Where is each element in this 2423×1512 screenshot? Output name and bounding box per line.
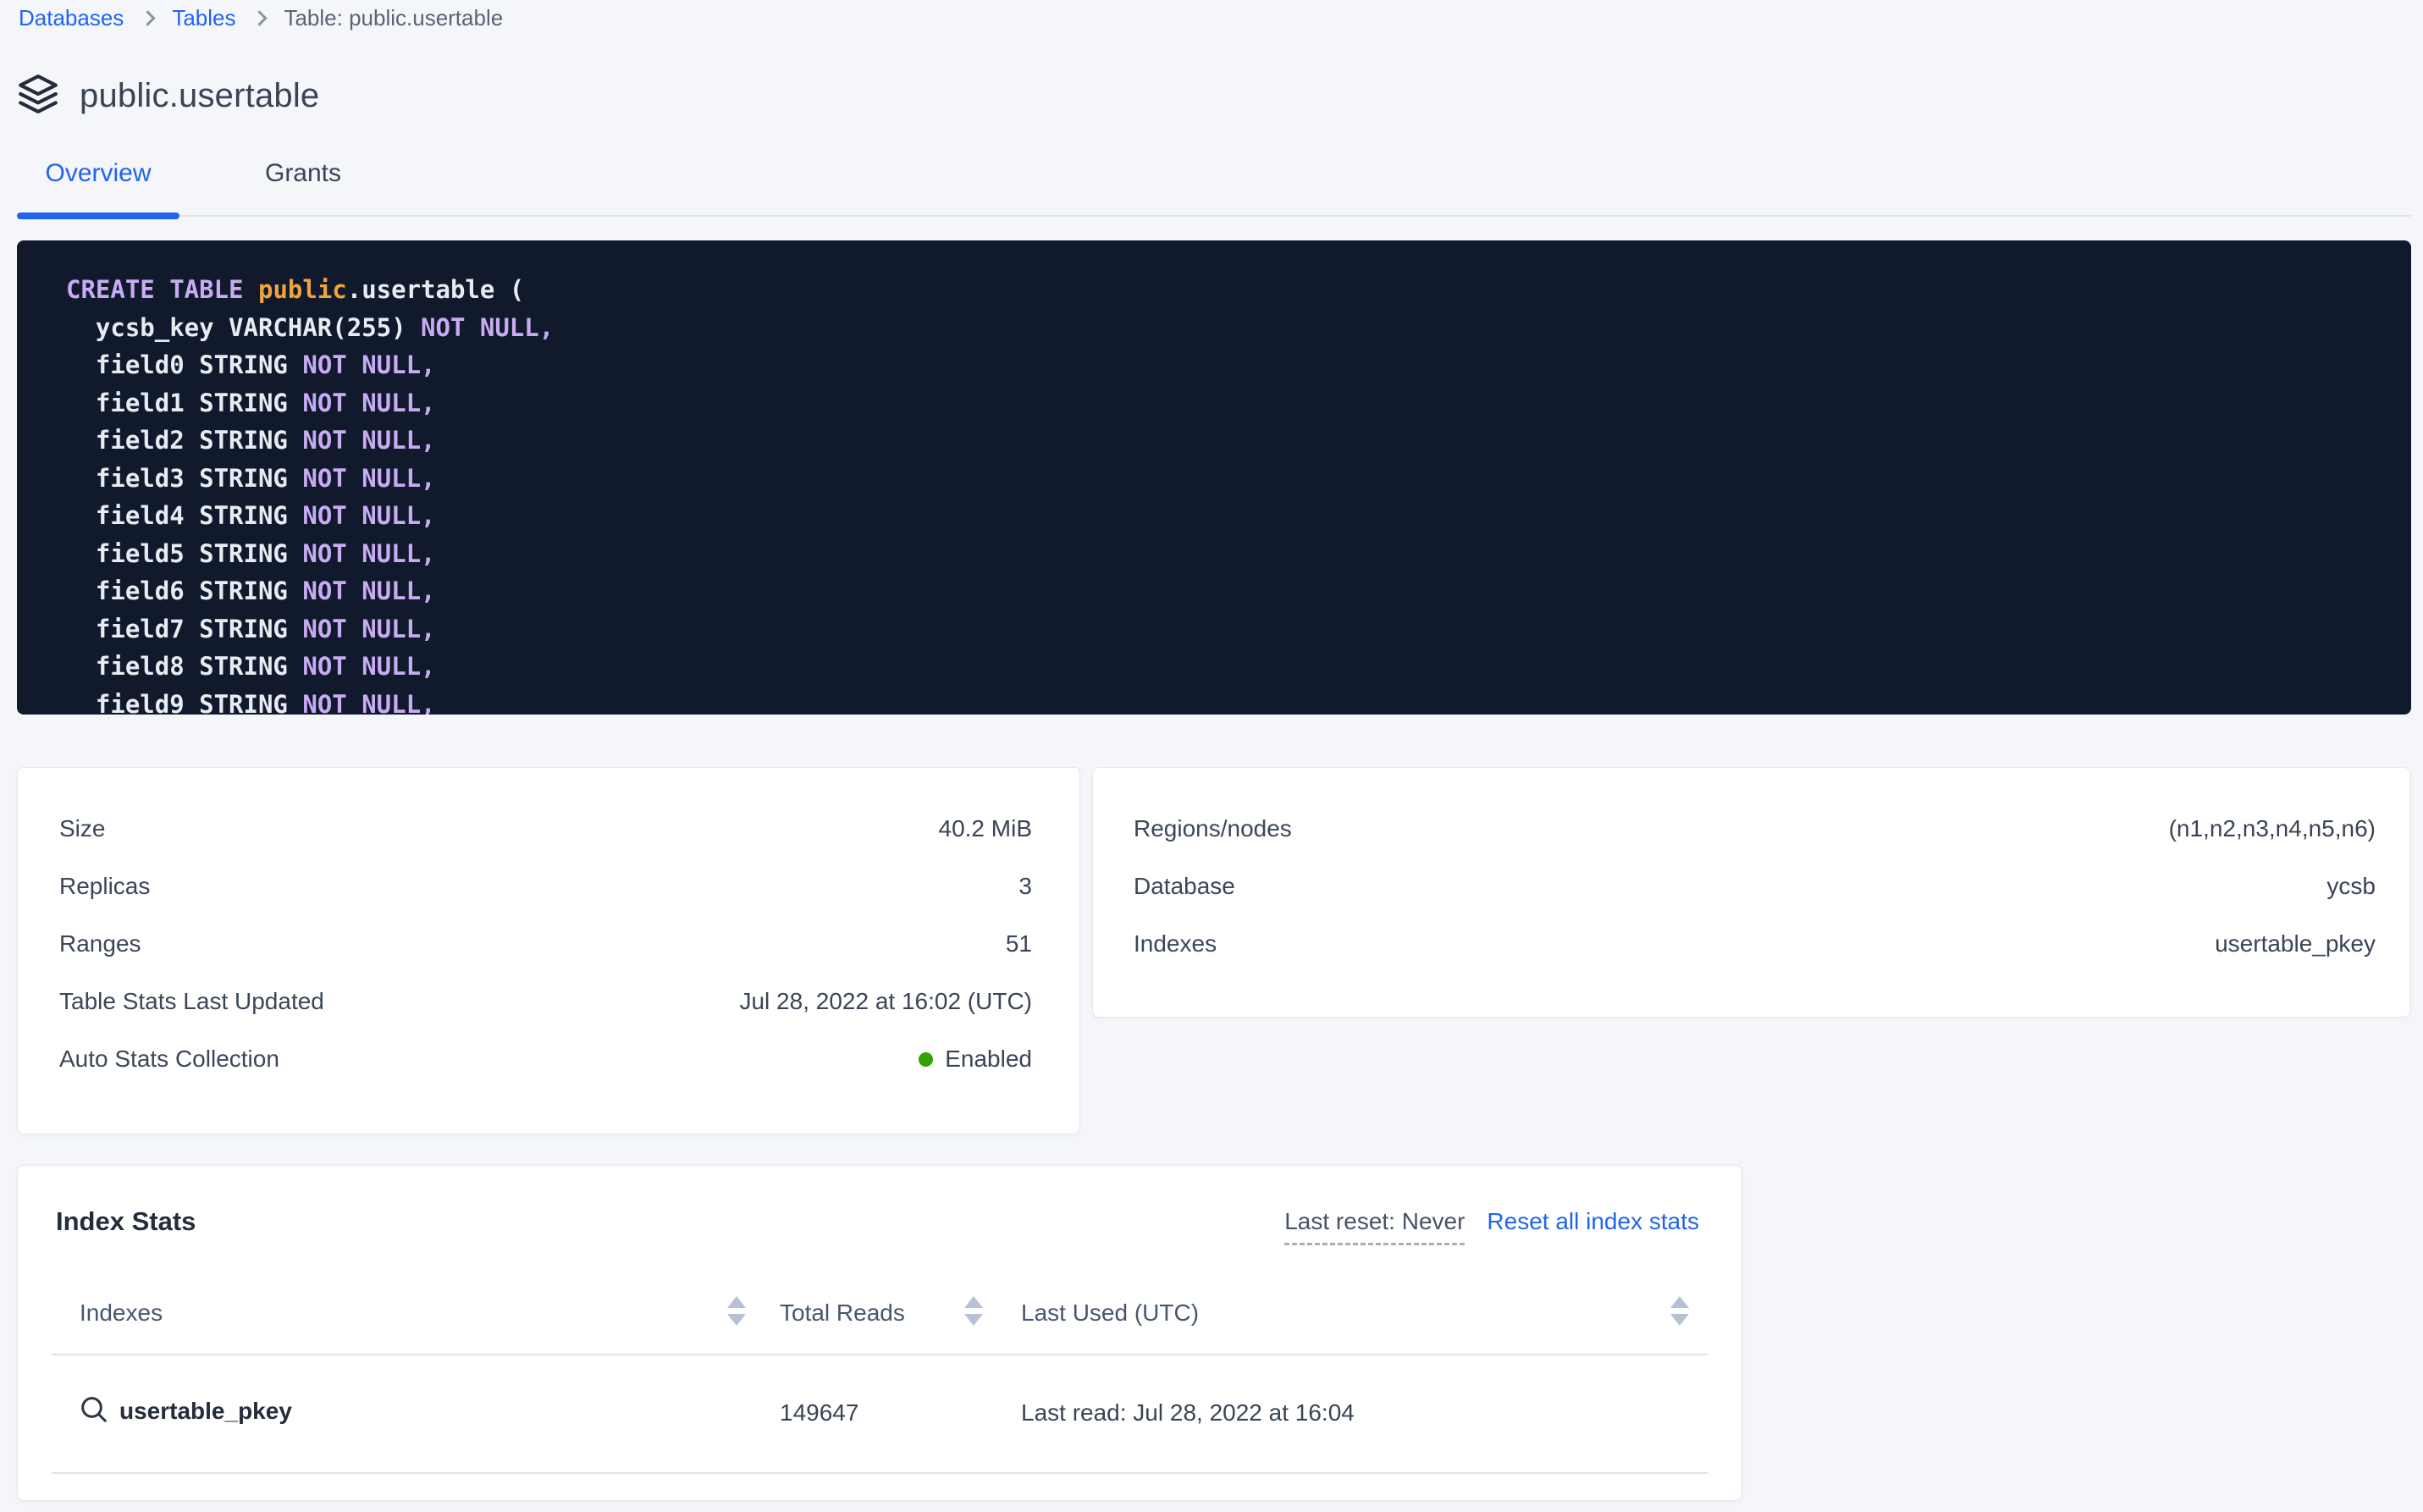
summary-label: Ranges (59, 930, 141, 957)
sort-toggle-icon[interactable] (1670, 1296, 1689, 1326)
sort-toggle-icon[interactable] (964, 1296, 983, 1326)
sql-token: public (258, 275, 347, 304)
breadcrumb: Databases Tables Table: public.usertable (19, 5, 503, 31)
column-header-total-reads[interactable]: Total Reads (780, 1300, 905, 1327)
tab-bar: Overview Grants (17, 159, 2411, 217)
summary-label: Replicas (59, 873, 150, 900)
magnifier-icon (77, 1393, 111, 1426)
sql-token: field7 STRING (66, 615, 302, 643)
status-text: Enabled (945, 1046, 1032, 1073)
summary-row: Indexes usertable_pkey (1134, 915, 2376, 973)
summary-value: ycsb (2326, 873, 2376, 900)
summary-value: 3 (1018, 873, 1032, 900)
sql-token: field5 STRING (66, 539, 302, 568)
tab-overview[interactable]: Overview (17, 159, 179, 217)
layers-icon (17, 73, 59, 119)
summary-row: Auto Stats Collection Enabled (59, 1030, 1032, 1088)
sql-token: NOT NULL, (302, 539, 435, 568)
sql-token: field6 STRING (66, 577, 302, 605)
breadcrumb-databases[interactable]: Databases (19, 5, 124, 31)
sql-token: field4 STRING (66, 501, 302, 530)
summary-value: Enabled (919, 1046, 1032, 1073)
sql-token: NOT NULL, (302, 690, 435, 715)
sql-code-line: field9 STRING NOT NULL, (66, 686, 2411, 715)
last-reset-label: Last reset: Never (1284, 1208, 1465, 1245)
page-title: public.usertable (80, 77, 319, 115)
column-header-last-used[interactable]: Last Used (UTC) (1021, 1300, 1199, 1327)
sql-token: field9 STRING (66, 690, 302, 715)
table-divider (52, 1472, 1708, 1474)
sql-token: CREATE TABLE (66, 275, 258, 304)
summary-label: Database (1134, 873, 1235, 900)
chevron-right-icon (252, 10, 268, 25)
summary-label: Table Stats Last Updated (59, 988, 324, 1015)
sql-token: field0 STRING (66, 350, 302, 379)
sql-code-line: field5 STRING NOT NULL, (66, 535, 2411, 573)
sql-token: field8 STRING (66, 652, 302, 681)
sql-code-line: field4 STRING NOT NULL, (66, 497, 2411, 535)
sql-code-line: field8 STRING NOT NULL, (66, 648, 2411, 686)
sql-create-statement: CREATE TABLE public.usertable ( ycsb_key… (17, 240, 2411, 715)
sql-code-line: field6 STRING NOT NULL, (66, 572, 2411, 610)
reset-all-index-stats-link[interactable]: Reset all index stats (1487, 1208, 1699, 1235)
sql-token: ycsb_key VARCHAR(255) (66, 313, 421, 342)
index-name[interactable]: usertable_pkey (119, 1398, 292, 1425)
summary-row: Size 40.2 MiB (59, 800, 1032, 858)
sql-token: NOT NULL, (302, 464, 435, 493)
sql-token: NOT NULL, (302, 501, 435, 530)
index-last-used: Last read: Jul 28, 2022 at 16:04 (1021, 1399, 1355, 1426)
summary-row: Table Stats Last Updated Jul 28, 2022 at… (59, 973, 1032, 1030)
sql-token: NOT NULL, (302, 577, 435, 605)
summary-value: Jul 28, 2022 at 16:02 (UTC) (739, 988, 1032, 1015)
sql-token: NOT NULL, (302, 350, 435, 379)
database-summary-card: Regions/nodes (n1,n2,n3,n4,n5,n6) Databa… (1092, 767, 2410, 1018)
column-header-indexes[interactable]: Indexes (80, 1300, 163, 1327)
summary-label: Regions/nodes (1134, 815, 1292, 842)
table-details-page: Databases Tables Table: public.usertable… (0, 0, 2423, 1512)
sort-toggle-icon[interactable] (727, 1296, 746, 1326)
tab-bar-divider (17, 215, 2411, 217)
active-tab-indicator (17, 212, 179, 219)
breadcrumb-tables[interactable]: Tables (172, 5, 235, 31)
sql-token: field3 STRING (66, 464, 302, 493)
sql-code-line: field0 STRING NOT NULL, (66, 346, 2411, 384)
sql-code-line: field1 STRING NOT NULL, (66, 384, 2411, 422)
chevron-right-icon (141, 10, 156, 25)
summary-value: usertable_pkey (2215, 930, 2376, 957)
page-title-row: public.usertable (17, 73, 319, 119)
summary-value: 40.2 MiB (939, 815, 1033, 842)
index-stats-card: Index Stats Last reset: Never Reset all … (17, 1165, 1742, 1501)
summary-row: Regions/nodes (n1,n2,n3,n4,n5,n6) (1134, 800, 2376, 858)
sql-code-line: CREATE TABLE public.usertable ( (66, 271, 2411, 309)
summary-row: Database ycsb (1134, 858, 2376, 915)
sql-code-line: ycsb_key VARCHAR(255) NOT NULL, (66, 309, 2411, 347)
tab-grants[interactable]: Grants (222, 159, 384, 217)
index-stats-title: Index Stats (56, 1206, 196, 1237)
sql-code-line: field3 STRING NOT NULL, (66, 460, 2411, 498)
sql-token: NOT NULL, (302, 426, 435, 455)
summary-label: Auto Stats Collection (59, 1046, 279, 1073)
summary-row: Replicas 3 (59, 858, 1032, 915)
summary-row: Ranges 51 (59, 915, 1032, 973)
summary-label: Size (59, 815, 105, 842)
sql-token: .usertable ( (347, 275, 525, 304)
sql-code-line: field7 STRING NOT NULL, (66, 610, 2411, 648)
sql-token: NOT NULL, (302, 615, 435, 643)
table-summary-card: Size 40.2 MiB Replicas 3 Ranges 51 Table… (17, 767, 1080, 1134)
sql-code-line: field2 STRING NOT NULL, (66, 422, 2411, 460)
summary-label: Indexes (1134, 930, 1217, 957)
breadcrumb-current: Table: public.usertable (284, 5, 503, 31)
index-stats-header: Index Stats Last reset: Never Reset all … (56, 1206, 1699, 1245)
index-total-reads: 149647 (780, 1399, 858, 1426)
sql-token: NOT NULL, (302, 389, 435, 417)
index-table-row[interactable]: usertable_pkey 149647 Last read: Jul 28,… (18, 1355, 1741, 1472)
index-table-header: Indexes Total Reads Last Used (UTC) (18, 1276, 1741, 1354)
sql-token: field2 STRING (66, 426, 302, 455)
summary-value: 51 (1006, 930, 1032, 957)
status-enabled-dot (919, 1052, 933, 1067)
sql-token: field1 STRING (66, 389, 302, 417)
sql-token: NOT NULL, (302, 652, 435, 681)
summary-value: (n1,n2,n3,n4,n5,n6) (2169, 815, 2376, 842)
sql-token: NOT NULL, (421, 313, 554, 342)
